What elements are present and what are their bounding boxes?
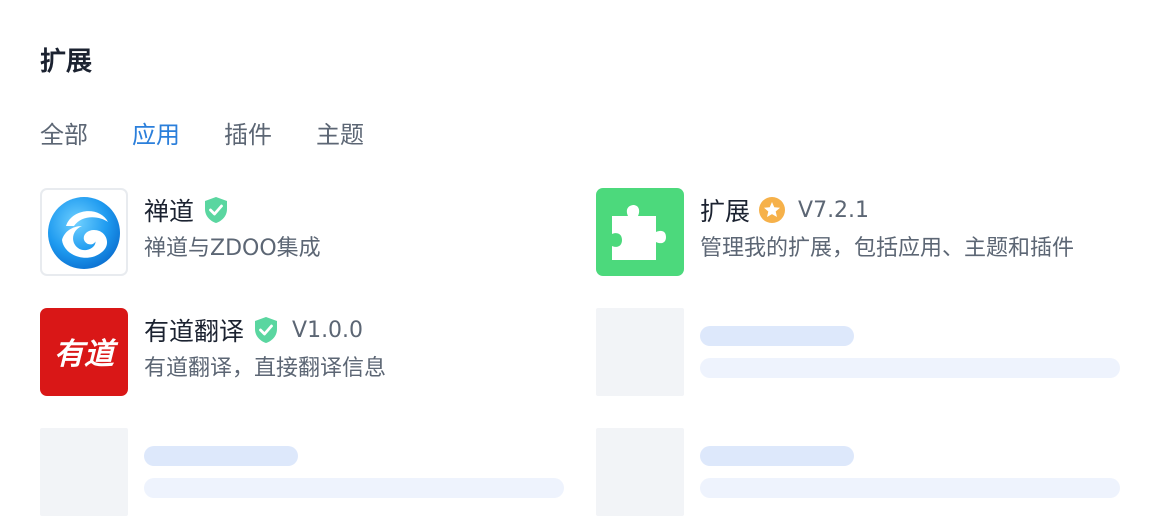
skeleton-desc-line <box>144 478 564 498</box>
extension-name-row: 有道翻译 V1.0.0 <box>144 310 363 350</box>
tab-plugins[interactable]: 插件 <box>224 116 272 154</box>
zentao-logo-icon <box>40 188 128 276</box>
extension-name-row: 禅道 <box>144 190 230 230</box>
youdao-logo-text: 有道 <box>54 337 119 372</box>
extension-name-row: 扩展 V7.2.1 <box>700 190 869 230</box>
extension-name: 扩展 <box>700 197 751 226</box>
skeleton-card <box>596 428 1136 518</box>
skeleton-desc-line <box>700 358 1120 378</box>
skeleton-desc-line <box>700 478 1120 498</box>
puzzle-piece-icon <box>596 188 684 276</box>
verified-shield-icon <box>202 195 230 225</box>
extensions-page: 扩展 全部 应用 插件 主题 禅道 禅道与ZDOO集成 扩展 V7.2.1 管理… <box>0 0 1160 525</box>
extension-card-youdao[interactable]: 有道 有道翻译 V1.0.0 有道翻译，直接翻译信息 <box>40 308 580 398</box>
skeleton-card <box>40 428 580 518</box>
youdao-logo-icon: 有道 <box>40 308 128 396</box>
skeleton-title-line <box>144 446 298 466</box>
tab-apps[interactable]: 应用 <box>132 116 180 154</box>
page-title: 扩展 <box>40 47 93 77</box>
official-star-icon <box>758 195 786 225</box>
extension-version: V1.0.0 <box>292 317 364 343</box>
extension-description: 禅道与ZDOO集成 <box>144 236 321 261</box>
extension-description: 有道翻译，直接翻译信息 <box>144 356 387 381</box>
extension-card-zentao[interactable]: 禅道 禅道与ZDOO集成 <box>40 188 580 278</box>
skeleton-icon <box>596 308 684 396</box>
tab-themes[interactable]: 主题 <box>316 116 364 154</box>
skeleton-title-line <box>700 446 854 466</box>
skeleton-icon <box>40 428 128 516</box>
extension-version: V7.2.1 <box>798 197 870 223</box>
tab-all[interactable]: 全部 <box>40 116 88 154</box>
extension-description: 管理我的扩展，包括应用、主题和插件 <box>700 236 1075 261</box>
extension-name: 有道翻译 <box>144 317 245 346</box>
skeleton-card <box>596 308 1136 398</box>
verified-shield-icon <box>252 315 280 345</box>
skeleton-title-line <box>700 326 854 346</box>
skeleton-icon <box>596 428 684 516</box>
extension-card-extensions[interactable]: 扩展 V7.2.1 管理我的扩展，包括应用、主题和插件 <box>596 188 1136 278</box>
extension-name: 禅道 <box>144 197 195 226</box>
